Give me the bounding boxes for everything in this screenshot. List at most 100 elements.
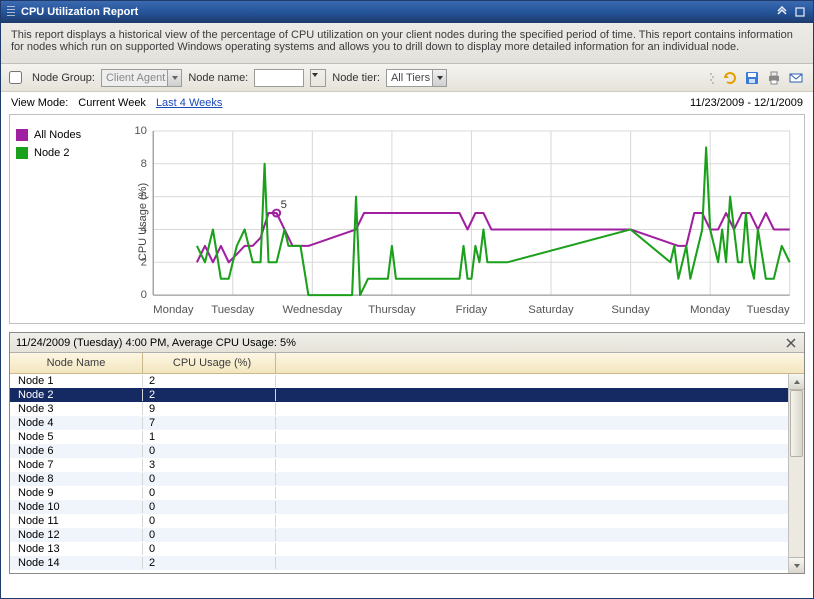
- svg-text:Wednesday: Wednesday: [282, 304, 342, 316]
- cell-cpu: 7: [143, 417, 276, 429]
- table-row[interactable]: Node 80: [10, 472, 788, 486]
- cell-node-name: Node 6: [10, 445, 143, 457]
- cell-cpu: 9: [143, 403, 276, 415]
- svg-text:Thursday: Thursday: [368, 304, 416, 316]
- table-row[interactable]: Node 100: [10, 500, 788, 514]
- cell-node-name: Node 5: [10, 431, 143, 443]
- svg-text:0: 0: [141, 289, 147, 301]
- cell-cpu: 0: [143, 487, 276, 499]
- scroll-thumb[interactable]: [790, 390, 803, 457]
- cell-cpu: 2: [143, 557, 276, 569]
- col-cpu-usage[interactable]: CPU Usage (%): [143, 353, 276, 373]
- node-name-input[interactable]: [254, 69, 304, 87]
- table-row[interactable]: Node 90: [10, 486, 788, 500]
- date-range: 11/23/2009 - 12/1/2009: [690, 97, 803, 109]
- scrollbar[interactable]: [788, 374, 804, 573]
- cell-node-name: Node 14: [10, 557, 143, 569]
- legend-item-all-nodes: All Nodes: [16, 129, 116, 141]
- email-icon[interactable]: [787, 69, 805, 87]
- table-row[interactable]: Node 142: [10, 556, 788, 570]
- cell-cpu: 2: [143, 389, 276, 401]
- table-row[interactable]: Node 73: [10, 458, 788, 472]
- legend-swatch: [16, 129, 28, 141]
- cell-cpu: 1: [143, 431, 276, 443]
- node-group-value: Client Agent: [106, 72, 165, 84]
- y-axis-label: CPU Usage (%): [137, 183, 149, 261]
- view-mode-current: Current Week: [78, 97, 146, 109]
- window-title: CPU Utilization Report: [21, 6, 138, 18]
- cell-cpu: 0: [143, 515, 276, 527]
- detail-panel: 11/24/2009 (Tuesday) 4:00 PM, Average CP…: [9, 332, 805, 574]
- cell-cpu: 0: [143, 501, 276, 513]
- cell-node-name: Node 7: [10, 459, 143, 471]
- svg-text:8: 8: [141, 158, 147, 170]
- cell-node-name: Node 12: [10, 529, 143, 541]
- node-group-select[interactable]: Client Agent: [101, 69, 182, 87]
- node-group-checkbox[interactable]: [9, 71, 22, 84]
- cell-node-name: Node 10: [10, 501, 143, 513]
- save-icon[interactable]: [743, 69, 761, 87]
- svg-text:Tuesday: Tuesday: [747, 304, 791, 316]
- refresh-icon[interactable]: [721, 69, 739, 87]
- collapse-icon[interactable]: [775, 5, 789, 19]
- table-row[interactable]: Node 110: [10, 514, 788, 528]
- cell-node-name: Node 2: [10, 389, 143, 401]
- legend-label: Node 2: [34, 147, 69, 159]
- svg-text:Saturday: Saturday: [528, 304, 574, 316]
- titlebar: CPU Utilization Report: [1, 1, 813, 23]
- legend-swatch: [16, 147, 28, 159]
- cell-cpu: 0: [143, 473, 276, 485]
- node-tier-value: All Tiers: [391, 72, 430, 84]
- cell-node-name: Node 1: [10, 375, 143, 387]
- view-mode-bar: View Mode: Current Week Last 4 Weeks 11/…: [1, 92, 813, 114]
- scroll-track[interactable]: [789, 390, 804, 557]
- table-row[interactable]: Node 130: [10, 542, 788, 556]
- detail-title: 11/24/2009 (Tuesday) 4:00 PM, Average CP…: [16, 337, 296, 349]
- svg-text:5: 5: [281, 199, 287, 211]
- table-row[interactable]: Node 22: [10, 388, 788, 402]
- close-icon[interactable]: [784, 336, 798, 350]
- cell-node-name: Node 13: [10, 543, 143, 555]
- svg-text:Monday: Monday: [153, 304, 194, 316]
- svg-text:Friday: Friday: [456, 304, 488, 316]
- table-body: Node 12Node 22Node 39Node 47Node 51Node …: [10, 374, 804, 573]
- legend-item-node-2: Node 2: [16, 147, 116, 159]
- svg-text:Sunday: Sunday: [611, 304, 650, 316]
- detail-header: 11/24/2009 (Tuesday) 4:00 PM, Average CP…: [10, 333, 804, 353]
- cell-cpu: 0: [143, 529, 276, 541]
- print-icon[interactable]: [765, 69, 783, 87]
- chart-svg: 0246810MondayTuesdayWednesdayThursdayFri…: [116, 125, 798, 319]
- node-tier-select[interactable]: All Tiers: [386, 69, 447, 87]
- maximize-icon[interactable]: [793, 5, 807, 19]
- svg-text:Monday: Monday: [690, 304, 731, 316]
- separator-icon: [707, 69, 717, 87]
- node-group-label: Node Group:: [32, 72, 95, 84]
- col-node-name[interactable]: Node Name: [10, 353, 143, 373]
- cell-node-name: Node 9: [10, 487, 143, 499]
- scroll-down-icon[interactable]: [789, 557, 804, 573]
- table-row[interactable]: Node 120: [10, 528, 788, 542]
- cell-node-name: Node 4: [10, 417, 143, 429]
- table-row[interactable]: Node 39: [10, 402, 788, 416]
- cell-cpu: 0: [143, 543, 276, 555]
- chevron-down-icon: [167, 70, 181, 86]
- grip-icon: [7, 6, 15, 18]
- table-row[interactable]: Node 47: [10, 416, 788, 430]
- chevron-down-icon: [432, 70, 446, 86]
- cell-node-name: Node 8: [10, 473, 143, 485]
- svg-text:10: 10: [134, 125, 147, 137]
- table-header: Node Name CPU Usage (%): [10, 353, 804, 374]
- chart: CPU Usage (%) 0246810MondayTuesdayWednes…: [116, 125, 798, 319]
- scroll-up-icon[interactable]: [789, 374, 804, 390]
- table-row[interactable]: Node 51: [10, 430, 788, 444]
- last-4-weeks-link[interactable]: Last 4 Weeks: [156, 97, 222, 109]
- table-row[interactable]: Node 12: [10, 374, 788, 388]
- node-name-dropdown-button[interactable]: [310, 69, 326, 87]
- view-mode-label: View Mode:: [11, 97, 68, 109]
- node-name-label: Node name:: [188, 72, 248, 84]
- node-tier-label: Node tier:: [332, 72, 380, 84]
- report-description: This report displays a historical view o…: [1, 23, 813, 64]
- cell-cpu: 2: [143, 375, 276, 387]
- table-row[interactable]: Node 60: [10, 444, 788, 458]
- legend-label: All Nodes: [34, 129, 81, 141]
